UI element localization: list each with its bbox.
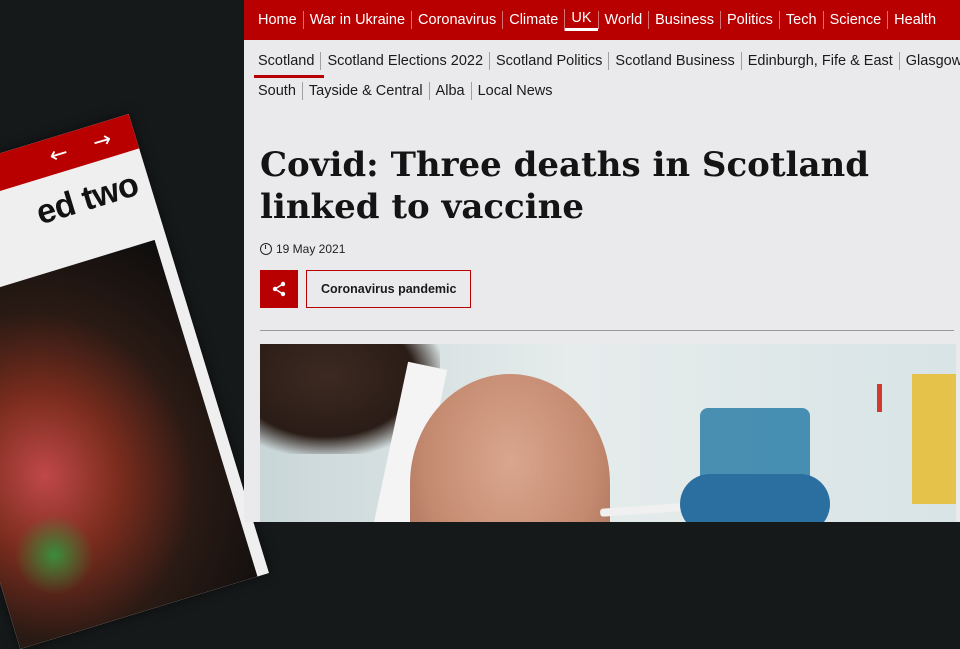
- article-dateline: 19 May 2021: [260, 242, 960, 256]
- topic-tag[interactable]: Coronavirus pandemic: [306, 270, 472, 308]
- subnav-glasgow[interactable]: Glasgow: [898, 52, 960, 70]
- subnav-local-news[interactable]: Local News: [470, 82, 559, 100]
- subnav-tayside-central[interactable]: Tayside & Central: [301, 82, 429, 100]
- subnav-scotland-elections[interactable]: Scotland Elections 2022: [320, 52, 489, 70]
- nav-tech[interactable]: Tech: [778, 11, 823, 29]
- top-navigation: Home War in Ukraine Coronavirus Climate …: [244, 0, 960, 40]
- subnav-edinburgh-fife-east[interactable]: Edinburgh, Fife & East: [740, 52, 899, 70]
- subnav-scotland-politics[interactable]: Scotland Politics: [489, 52, 608, 70]
- section-navigation: Scotland Scotland Elections 2022 Scotlan…: [244, 40, 960, 106]
- article-page: Home War in Ukraine Coronavirus Climate …: [244, 0, 960, 522]
- background-article-card: ← → ed two: [0, 113, 269, 649]
- subnav-scotland[interactable]: Scotland: [252, 52, 325, 78]
- nav-health[interactable]: Health: [887, 11, 942, 29]
- section-nav-row-1: Scotland Scotland Elections 2022 Scotlan…: [252, 46, 960, 78]
- share-icon: [272, 281, 286, 297]
- article-headline: Covid: Three deaths in Scotland linked t…: [260, 145, 869, 227]
- share-button[interactable]: [260, 270, 298, 308]
- nav-uk[interactable]: UK: [564, 9, 597, 31]
- nav-science[interactable]: Science: [822, 11, 888, 29]
- subnav-scotland-business[interactable]: Scotland Business: [608, 52, 740, 70]
- article-photo: [260, 344, 956, 522]
- section-nav-row-2: South Tayside & Central Alba Local News: [252, 76, 952, 106]
- nav-coronavirus[interactable]: Coronavirus: [411, 11, 502, 29]
- nav-climate[interactable]: Climate: [502, 11, 564, 29]
- article-actions: Coronavirus pandemic: [260, 270, 960, 308]
- nav-home[interactable]: Home: [252, 11, 303, 29]
- clock-icon: [260, 243, 272, 255]
- background-card-photo: [0, 239, 258, 649]
- divider: [260, 330, 954, 331]
- nav-politics[interactable]: Politics: [719, 11, 779, 29]
- subnav-south[interactable]: South: [252, 82, 302, 100]
- nav-business[interactable]: Business: [648, 11, 720, 29]
- article-date: 19 May 2021: [276, 242, 346, 256]
- nav-world[interactable]: World: [597, 11, 649, 29]
- nav-war-in-ukraine[interactable]: War in Ukraine: [302, 11, 411, 29]
- subnav-alba[interactable]: Alba: [428, 82, 471, 100]
